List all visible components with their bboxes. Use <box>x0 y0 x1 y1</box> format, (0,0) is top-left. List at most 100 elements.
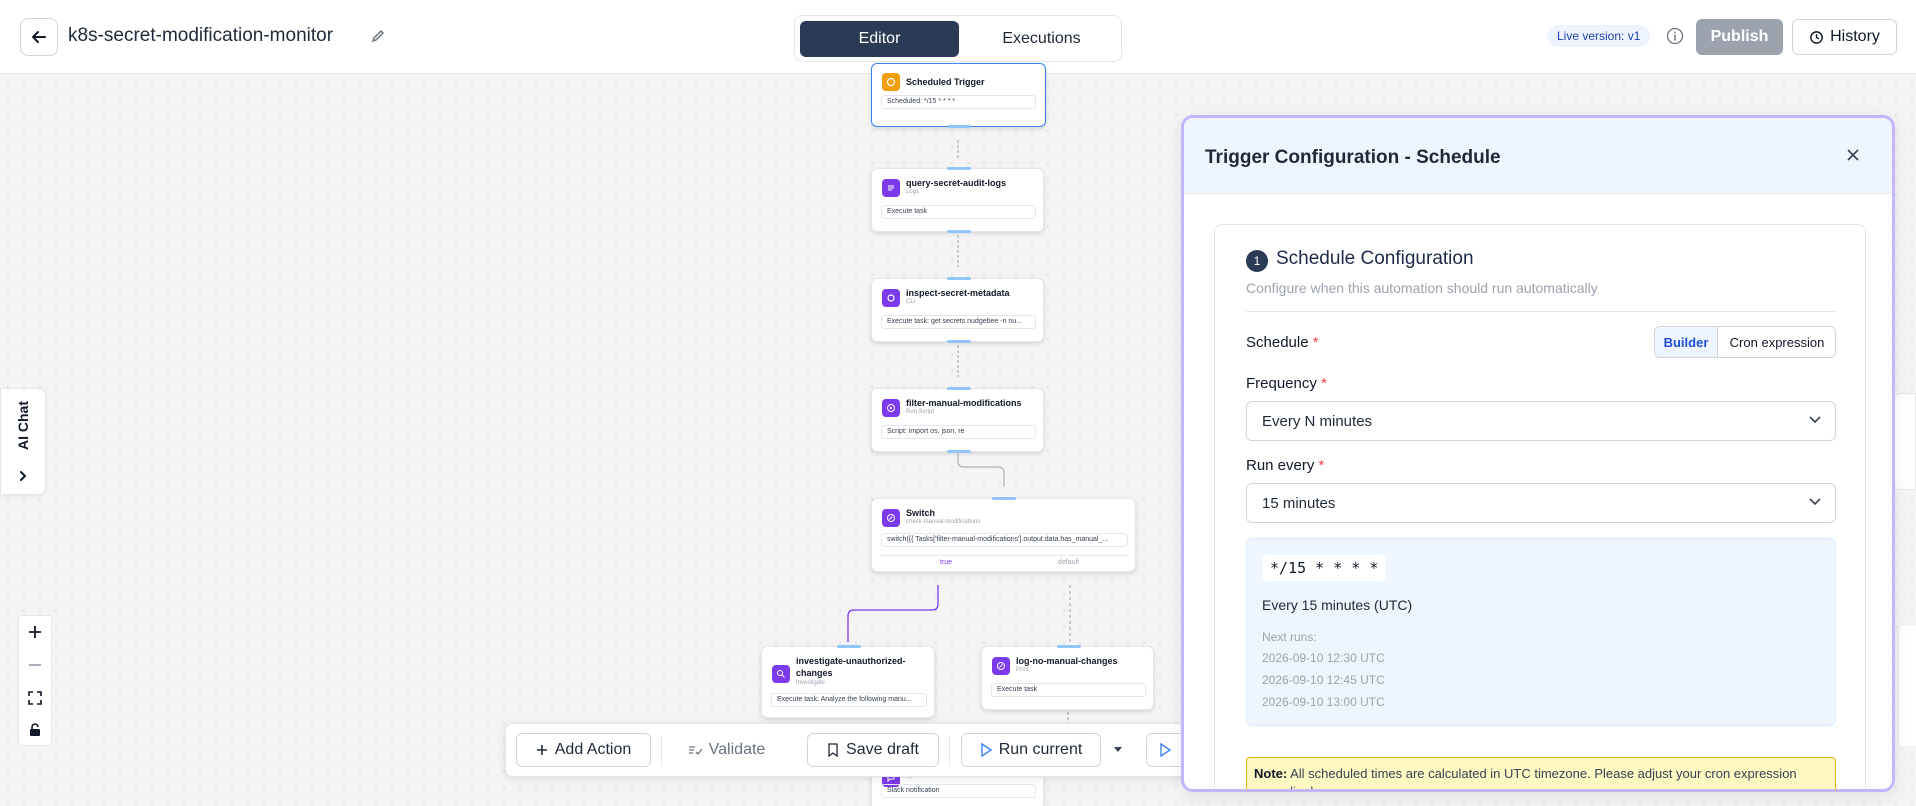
investigate-icon <box>772 665 790 683</box>
history-button[interactable]: History <box>1792 19 1897 55</box>
node-subtitle: Investigate <box>796 680 826 686</box>
node-handle <box>947 340 971 343</box>
node-investigate-unauthorized-changes[interactable]: investigate-unauthorized-changes Investi… <box>761 645 935 718</box>
run-every-label: Run every * <box>1246 457 1325 474</box>
validate-icon <box>688 746 702 755</box>
schedule-label: Schedule * <box>1246 334 1319 351</box>
logs-icon <box>882 179 900 197</box>
builder-mode-button[interactable]: Builder <box>1655 327 1718 357</box>
node-handle <box>947 125 971 128</box>
node-task: Execute task: Analyze the following manu… <box>771 693 927 707</box>
pencil-icon[interactable] <box>370 28 386 44</box>
arrow-left-icon <box>32 31 46 43</box>
frequency-select[interactable]: Every N minutes <box>1246 401 1836 441</box>
next-run-item: 2026-09-10 13:00 UTC <box>1262 695 1385 709</box>
node-handle <box>1057 645 1081 648</box>
run-every-value: 15 minutes <box>1262 494 1336 512</box>
section-title: Schedule Configuration <box>1276 248 1474 269</box>
chevron-down-icon <box>1809 498 1821 506</box>
play-icon <box>1160 743 1171 757</box>
node-handle <box>947 277 971 280</box>
caret-down-icon <box>1114 747 1122 752</box>
fit-view-button[interactable] <box>19 682 51 714</box>
fit-view-icon <box>28 691 42 705</box>
cron-description: Every 15 minutes (UTC) <box>1262 597 1413 613</box>
ai-chat-tab[interactable]: AI Chat <box>0 388 46 495</box>
node-title: query-secret-audit-logs <box>906 178 1007 188</box>
node-scheduled-trigger[interactable]: Scheduled Trigger Scheduled: */15 * * * … <box>871 63 1046 128</box>
schedule-mode-toggle: Builder Cron expression <box>1654 326 1836 358</box>
view-tabs: Editor Executions <box>794 15 1122 62</box>
node-switch[interactable]: Switch check-manual-modifications switch… <box>871 497 1136 572</box>
node-log-no-manual-changes[interactable]: log-no-manual-changes Print Execute task <box>981 645 1154 710</box>
run-button[interactable] <box>1146 733 1184 767</box>
zoom-controls <box>18 615 52 746</box>
schedule-config-card: 1 Schedule Configuration Configure when … <box>1214 224 1866 789</box>
chevron-right-icon <box>20 471 27 481</box>
run-current-label: Run current <box>998 741 1083 758</box>
switch-icon <box>882 509 900 527</box>
play-icon <box>882 399 900 417</box>
panel-header: Trigger Configuration - Schedule <box>1184 118 1892 194</box>
node-handle <box>947 387 971 390</box>
workflow-title: k8s-secret-modification-monitor <box>68 25 334 46</box>
tab-executions[interactable]: Executions <box>965 21 1118 57</box>
node-inspect-secret-metadata[interactable]: inspect-secret-metadata CLI Execute task… <box>871 277 1044 343</box>
node-subtitle: Logs <box>906 189 920 195</box>
add-action-label: Add Action <box>554 741 632 758</box>
next-run-item: 2026-09-10 12:30 UTC <box>1262 651 1385 665</box>
node-handle <box>947 230 971 233</box>
history-icon <box>1810 30 1823 44</box>
info-icon[interactable] <box>1666 27 1684 45</box>
node-task: Slack notification <box>881 784 1036 798</box>
lock-button[interactable] <box>19 714 51 746</box>
node-title: filter-manual-modifications <box>906 398 1022 408</box>
trigger-config-panel: Trigger Configuration - Schedule 1 Sched… <box>1181 115 1895 792</box>
lock-icon <box>30 723 40 736</box>
zoom-out-button[interactable] <box>19 649 51 681</box>
run-every-select[interactable]: 15 minutes <box>1246 483 1836 523</box>
save-draft-label: Save draft <box>846 741 919 758</box>
right-side-tab[interactable] <box>1893 393 1916 490</box>
switch-branches: true default <box>880 555 1127 569</box>
node-handle <box>947 450 971 453</box>
node-task: Execute task: get secrets nudgebee -n nu… <box>881 315 1036 329</box>
frequency-label: Frequency * <box>1246 375 1327 392</box>
validate-button[interactable]: Validate <box>674 733 779 767</box>
node-handle <box>947 167 971 170</box>
terminal-icon <box>882 289 900 307</box>
cron-mode-button[interactable]: Cron expression <box>1718 327 1835 357</box>
node-subtitle: Print <box>1016 667 1029 673</box>
plus-icon <box>536 745 547 755</box>
section-subtitle: Configure when this automation should ru… <box>1246 280 1598 296</box>
history-label: History <box>1830 28 1880 45</box>
frequency-value: Every N minutes <box>1262 412 1373 430</box>
node-task: Scheduled: */15 * * * * <box>881 95 1036 109</box>
node-task: Script: import os, json, re <box>881 425 1036 439</box>
node-handle <box>992 497 1016 500</box>
chevron-down-icon <box>1809 416 1821 424</box>
run-options-dropdown[interactable] <box>1106 733 1130 767</box>
add-action-button[interactable]: Add Action <box>516 733 651 767</box>
branch-true[interactable]: true <box>940 559 952 566</box>
right-side-panel-edge <box>1898 626 1916 746</box>
run-every-label-text: Run every <box>1246 457 1315 474</box>
save-draft-button[interactable]: Save draft <box>807 733 939 767</box>
branch-default[interactable]: default <box>1058 559 1079 566</box>
close-icon[interactable] <box>1846 148 1860 162</box>
tab-editor[interactable]: Editor <box>800 21 959 57</box>
publish-button[interactable]: Publish <box>1696 19 1783 55</box>
node-subtitle: Run Script <box>906 409 935 415</box>
utc-note: Note: All scheduled times are calculated… <box>1246 757 1836 789</box>
zoom-in-button[interactable] <box>19 616 51 648</box>
panel-title: Trigger Configuration - Schedule <box>1205 147 1501 168</box>
node-subtitle: CLI <box>906 299 916 305</box>
live-version-badge: Live version: v1 <box>1547 25 1651 47</box>
schedule-label-text: Schedule <box>1246 334 1309 351</box>
next-run-item: 2026-09-10 12:45 UTC <box>1262 673 1385 687</box>
next-runs-label: Next runs: <box>1262 630 1317 644</box>
back-button[interactable] <box>20 18 58 56</box>
run-current-button[interactable]: Run current <box>961 733 1101 767</box>
node-query-secret-audit-logs[interactable]: query-secret-audit-logs Logs Execute tas… <box>871 167 1044 233</box>
node-filter-manual-modifications[interactable]: filter-manual-modifications Run Script S… <box>871 387 1044 453</box>
